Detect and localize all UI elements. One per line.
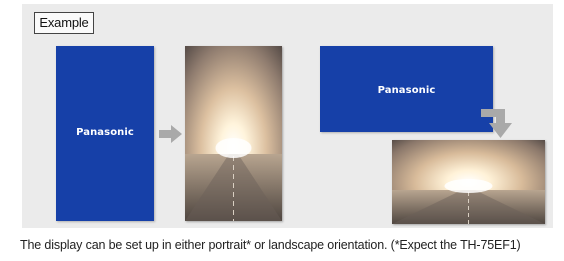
example-label: Example [34, 12, 94, 34]
landscape-brand-logo: Panasonic [377, 85, 436, 96]
caption-text: The display can be set up in either port… [20, 238, 521, 252]
sunrise-road-image [185, 46, 282, 221]
portrait-brand-logo: Panasonic [76, 127, 134, 138]
landscape-panasonic-display: Panasonic [320, 46, 493, 132]
sunrise-road-image-landscape [392, 140, 545, 224]
right-arrow-icon [159, 125, 182, 143]
turn-down-arrow-icon [481, 109, 512, 138]
portrait-photo-display [185, 46, 282, 221]
portrait-panasonic-display: Panasonic [56, 46, 154, 221]
landscape-photo-display [392, 140, 545, 224]
